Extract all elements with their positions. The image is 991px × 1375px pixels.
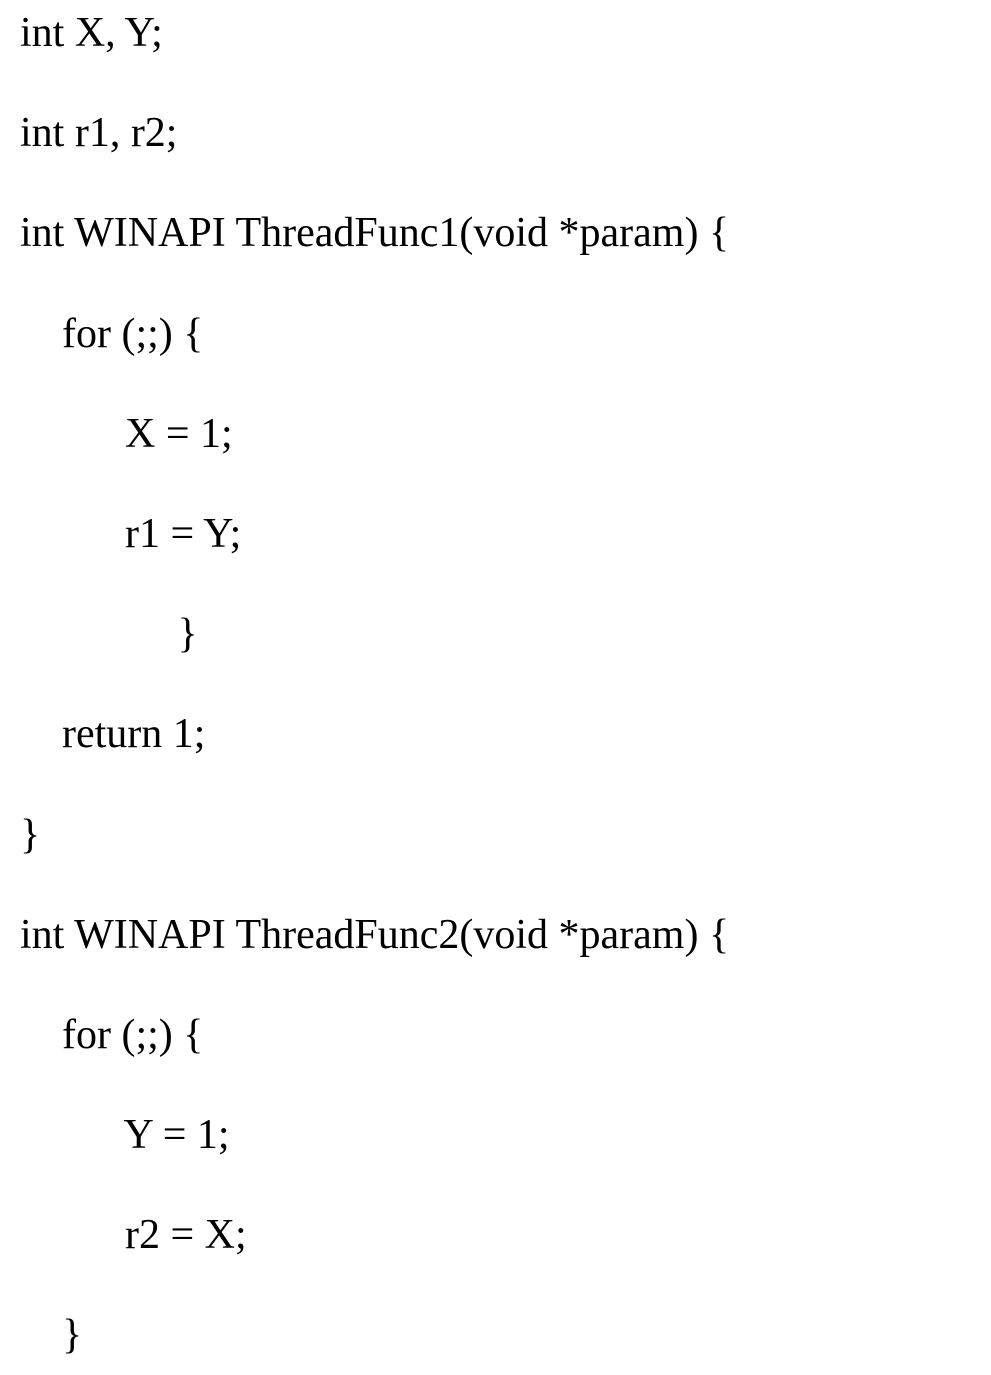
code-line: int WINAPI ThreadFunc1(void *param) { xyxy=(20,210,971,256)
code-line: X = 1; xyxy=(20,411,971,457)
code-line: return 1; xyxy=(20,711,971,757)
code-line: int X, Y; xyxy=(20,10,971,56)
code-line: int r1, r2; xyxy=(20,110,971,156)
code-block: int X, Y; int r1, r2; int WINAPI ThreadF… xyxy=(20,10,971,1359)
code-line: for (;;) { xyxy=(20,311,971,357)
code-line: } xyxy=(20,611,971,657)
code-line: for (;;) { xyxy=(20,1012,971,1058)
code-line: r2 = X; xyxy=(20,1212,971,1258)
code-line: } xyxy=(20,812,971,858)
code-line: int WINAPI ThreadFunc2(void *param) { xyxy=(20,912,971,958)
code-line: r1 = Y; xyxy=(20,511,971,557)
code-line: Y = 1; xyxy=(20,1112,971,1158)
code-line: } xyxy=(20,1312,971,1358)
